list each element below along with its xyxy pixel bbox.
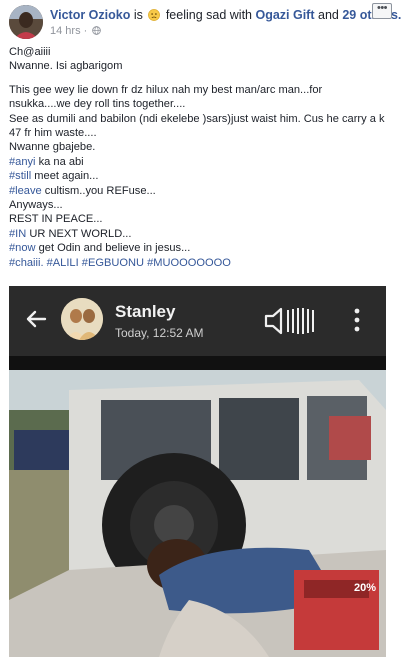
- post-photo[interactable]: Stanley Today, 12:52 AM 20%: [9, 286, 386, 657]
- post-line: #now get Odin and believe in jesus...: [9, 242, 191, 255]
- contact-name: Stanley: [115, 302, 176, 321]
- post-line: Nwanne gbajebe.: [9, 141, 96, 154]
- chat-screenshot-header: Stanley Today, 12:52 AM: [9, 286, 386, 356]
- post-line: nsukka....we dey roll tins together....: [9, 98, 186, 111]
- post-line: #leave cultism..you REFuse...: [9, 184, 156, 197]
- post-line: Anyways...: [9, 199, 63, 212]
- post-line: #IN UR NEXT WORLD...: [9, 227, 132, 240]
- kebab-menu-icon: [354, 308, 360, 332]
- speaker-icon: [264, 307, 314, 335]
- contact-avatar: [61, 298, 103, 340]
- sad-face-icon: [148, 9, 161, 21]
- author-name[interactable]: Victor Ozioko: [50, 8, 130, 22]
- feeling-prefix: is: [133, 8, 143, 22]
- post-line: This gee wey lie down fr dz hilux nah my…: [9, 83, 323, 96]
- contact-last-seen: Today, 12:52 AM: [115, 326, 204, 340]
- truck-bed-photo: [9, 370, 386, 657]
- post-line: Ch@aiiii: [9, 46, 51, 58]
- and-text: and: [318, 8, 339, 22]
- author-avatar[interactable]: [9, 5, 43, 39]
- hashtag-link[interactable]: #IN: [9, 228, 26, 240]
- post-line: REST IN PEACE...: [9, 213, 103, 226]
- hashtag-link[interactable]: #still: [9, 170, 31, 182]
- post-options-button[interactable]: •••: [372, 3, 392, 19]
- facebook-post: Victor Ozioko is feeling sad with Ogazi …: [0, 0, 401, 657]
- post-line: See as dumili and babilon (ndi ekelebe )…: [9, 112, 385, 125]
- hashtag-link[interactable]: #leave: [9, 185, 42, 197]
- post-line: Nwanne. Isi agbarigom: [9, 60, 123, 73]
- post-line: #still meet again...: [9, 170, 99, 183]
- post-timestamp[interactable]: 14 hrs: [50, 25, 81, 37]
- zoom-indicator: 20%: [354, 582, 377, 594]
- tagged-person-link[interactable]: Ogazi Gift: [255, 8, 314, 22]
- post-line: #anyi ka na abi: [9, 155, 84, 168]
- post-line: 47 fr him waste....: [9, 127, 97, 140]
- meta-separator: ·: [83, 25, 88, 37]
- post-body: Ch@aiiii Nwanne. Isi agbarigom This gee …: [9, 45, 392, 270]
- back-arrow-icon: [26, 310, 47, 328]
- globe-icon: [92, 26, 102, 35]
- hashtag-link[interactable]: #anyi: [9, 156, 36, 168]
- post-header-line: Victor Ozioko is feeling sad with Ogazi …: [50, 8, 401, 23]
- post-meta: 14 hrs ·: [50, 25, 102, 37]
- hashtag-link[interactable]: #now: [9, 242, 36, 254]
- feeling-text: feeling sad with: [165, 8, 252, 22]
- post-line: #chaiii. #ALILI #EGBUONU #MUOOOOOOO: [9, 256, 392, 270]
- hashtag-link[interactable]: #chaiii. #ALILI #EGBUONU #MUOOOOOOO: [9, 257, 231, 269]
